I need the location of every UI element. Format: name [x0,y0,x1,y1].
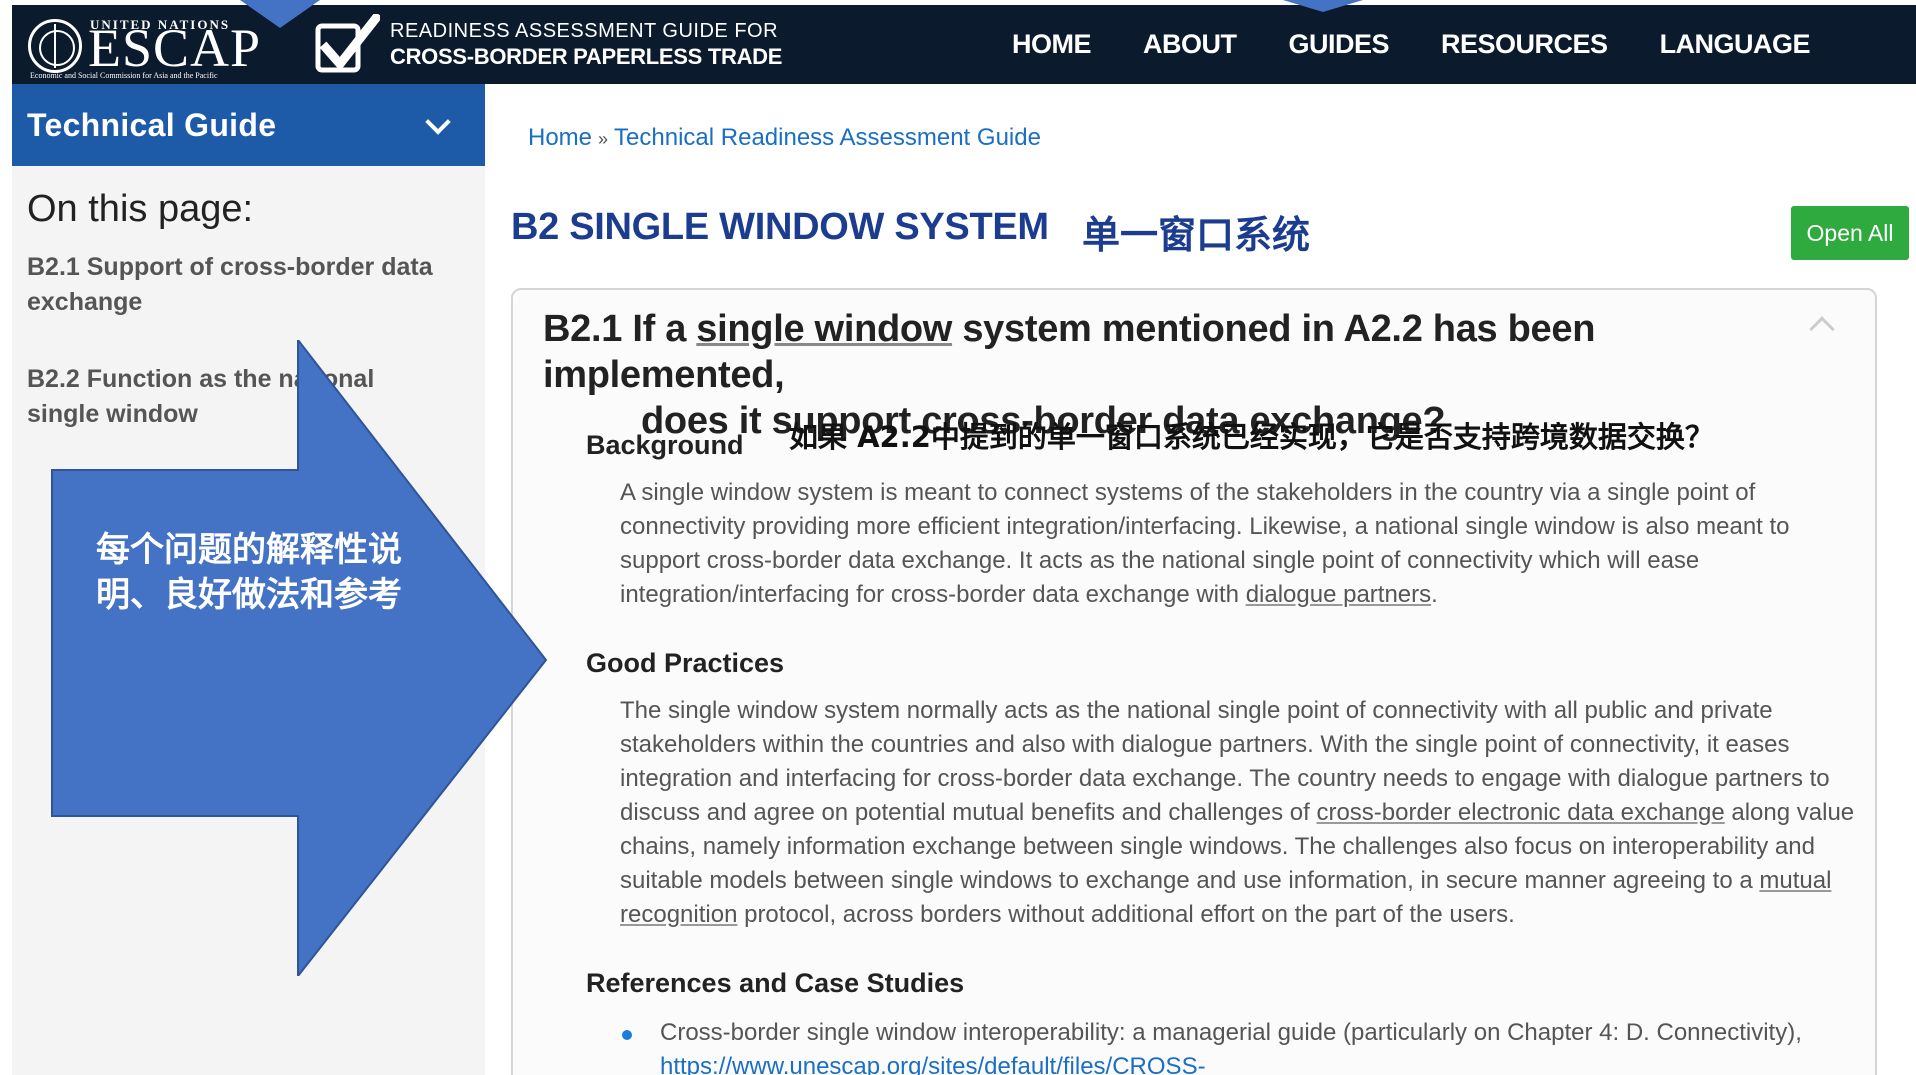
glossary-link-single-window[interactable]: single window [696,308,952,350]
org-subtitle: Economic and Social Commission for Asia … [30,71,218,80]
page-title-cn: 单一窗口系统 [1082,213,1311,257]
pointer-arrow-left [240,0,320,28]
chevron-down-icon [425,109,451,135]
nav-resources[interactable]: RESOURCES [1441,29,1608,60]
glossary-link-cross-border-exchange[interactable]: cross-border electronic data exchange [1316,799,1724,826]
nav-guides[interactable]: GUIDES [1289,29,1390,60]
breadcrumb-home[interactable]: Home [528,124,592,151]
callout-arrow-shape [51,340,548,976]
references-list: Cross-border single window interoperabil… [620,1016,1860,1075]
escap-logo[interactable]: UNITED NATIONS ESCAP Economic and Social… [28,13,262,80]
good-practices-text: The single window system normally acts a… [620,694,1860,932]
glossary-link-dialogue-partners[interactable]: dialogue partners [1246,581,1431,608]
site-title[interactable]: READINESS ASSESSMENT GUIDE FOR CROSS-BOR… [390,19,782,71]
list-item: Cross-border single window interoperabil… [620,1016,1860,1075]
reference-text: Cross-border single window interoperabil… [660,1019,1802,1046]
page-title: B2 SINGLE WINDOW SYSTEM [511,206,1049,248]
reference-link[interactable]: https://www.unescap.org/sites/default/fi… [660,1053,1206,1075]
background-text: A single window system is meant to conne… [620,476,1850,612]
open-all-button[interactable]: Open All [1791,206,1909,260]
un-emblem-icon [28,19,82,73]
site-title-line2: CROSS-BORDER PAPERLESS TRADE [390,44,783,69]
references-heading: References and Case Studies [586,968,965,998]
question-card: B2.1 If a single window system mentioned… [511,288,1877,1075]
checkmark-logo-icon [315,14,380,73]
on-this-page-heading: On this page: [27,188,254,230]
nav-home[interactable]: HOME [1012,29,1092,60]
main-nav: HOME ABOUT GUIDES RESOURCES LANGUAGE [1012,5,1811,84]
sidebar-section-dropdown[interactable]: Technical Guide [12,84,485,166]
background-heading: Background [586,430,744,460]
breadcrumb: Home » Technical Readiness Assessment Guid… [528,124,1041,152]
sidebar-link-b2-1[interactable]: B2.1 Support of cross-border data exchan… [27,250,447,320]
callout-text: 每个问题的解释性说明、良好做法和参考 [96,530,402,615]
background-text-end: . [1431,581,1438,608]
nav-about[interactable]: ABOUT [1143,29,1237,60]
breadcrumb-current[interactable]: Technical Readiness Assessment Guide [614,124,1041,151]
question-cn: 如果 A2.2中提到的单一窗口系统已经实现，它是否支持跨境数据交换？ [789,420,1714,454]
background-text-body: A single window system is meant to conne… [620,479,1790,608]
question-prefix: B2.1 If a [543,308,697,350]
org-name: ESCAP [88,18,262,78]
sidebar-section-title: Technical Guide [27,106,277,143]
breadcrumb-separator: » [598,129,609,149]
nav-language[interactable]: LANGUAGE [1660,29,1811,60]
good-practices-heading: Good Practices [586,648,785,678]
gp-text-3: protocol, across borders without additio… [737,901,1515,928]
pointer-arrow-right [1283,0,1363,12]
site-title-line1: READINESS ASSESSMENT GUIDE FOR [390,20,779,42]
